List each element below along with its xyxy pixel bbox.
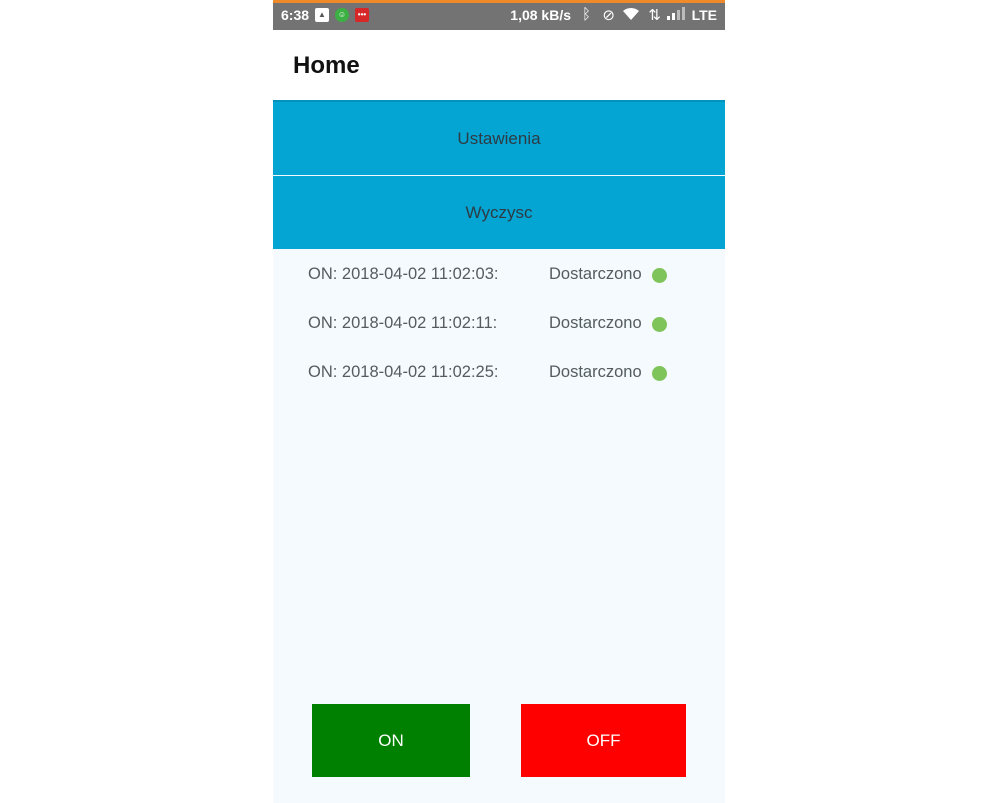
android-icon: ☺ xyxy=(335,8,349,22)
status-dot-icon xyxy=(652,317,667,332)
vibrate-off-icon: ⊘ xyxy=(602,7,615,24)
network-speed: 1,08 kB/s xyxy=(510,7,571,23)
log-entry-text: ON: 2018-04-02 11:02:25: xyxy=(308,363,499,381)
list-item: ON: 2018-04-02 11:02:11: Dostarczono xyxy=(273,309,725,339)
app-bar: Home xyxy=(273,30,725,100)
data-arrows-icon: ⇅ xyxy=(648,7,661,24)
signal-icon xyxy=(667,6,687,24)
phone-screen: 6:38 ▲ ☺ ••• 1,08 kB/s ᛒ ⊘ ⇅ LTE Home Us… xyxy=(273,0,725,803)
wifi-icon xyxy=(621,6,641,26)
status-dot-icon xyxy=(652,268,667,283)
clear-button[interactable]: Wyczysc xyxy=(273,176,725,249)
log-status-text: Dostarczono xyxy=(549,314,642,332)
log-status-text: Dostarczono xyxy=(549,363,642,381)
status-time: 6:38 xyxy=(281,7,310,23)
photos-icon: ▲ xyxy=(315,8,329,22)
page-title: Home xyxy=(293,52,360,79)
log-entry-text: ON: 2018-04-02 11:02:03: xyxy=(308,265,499,283)
list-item: ON: 2018-04-02 11:02:25: Dostarczono xyxy=(273,358,725,388)
settings-button[interactable]: Ustawienia xyxy=(273,102,725,175)
messages-icon: ••• xyxy=(355,8,369,22)
list-item: ON: 2018-04-02 11:02:03: Dostarczono xyxy=(273,260,725,290)
log-status-text: Dostarczono xyxy=(549,265,642,283)
bluetooth-icon: ᛒ xyxy=(581,6,591,23)
status-bar: 6:38 ▲ ☺ ••• 1,08 kB/s ᛒ ⊘ ⇅ LTE xyxy=(273,0,725,30)
status-bar-accent xyxy=(273,0,725,3)
log-entry-text: ON: 2018-04-02 11:02:11: xyxy=(308,314,498,332)
off-button[interactable]: OFF xyxy=(521,704,686,777)
status-dot-icon xyxy=(652,366,667,381)
network-type: LTE xyxy=(691,7,717,23)
on-button[interactable]: ON xyxy=(312,704,470,777)
